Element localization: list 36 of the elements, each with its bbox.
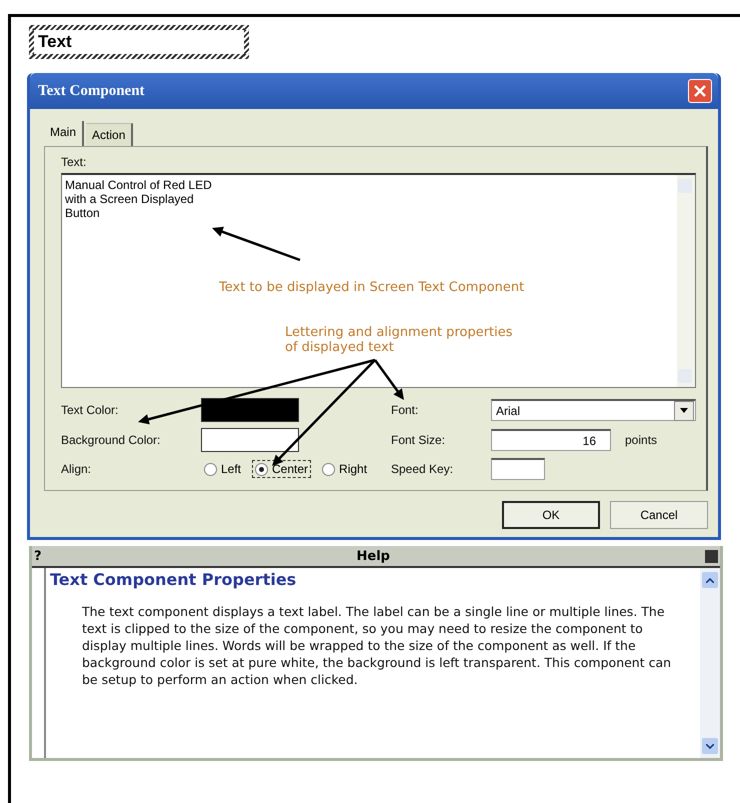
background-color-label: Background Color: [61, 433, 162, 447]
help-paragraph: The text component displays a text label. The label can be a single line or multiple lines. The text is clipped to the size of the component, so you may need to resize the component to display multiple lines. Words will be wrapped to the size of the component as well. If the background color is set at pure white, the background is left transparent. This component can be setup to perform an action when clicked. [82, 603, 672, 688]
align-label: Align: [61, 462, 92, 476]
close-icon [694, 85, 706, 97]
annotation-text: Lettering and alignment properties of displayed text [285, 325, 513, 355]
close-button[interactable] [688, 79, 712, 103]
points-label: points [625, 433, 658, 447]
align-radio[interactable]: Right [319, 460, 370, 478]
ok-button[interactable]: OK [502, 501, 600, 529]
text-color-label: Text Color: [61, 403, 120, 417]
tab[interactable]: Action [86, 123, 134, 146]
cancel-button[interactable]: Cancel [610, 501, 708, 529]
up-chevron-icon [706, 578, 714, 582]
speed-key-field[interactable] [491, 458, 545, 480]
help-heading: Text Component Properties [50, 570, 298, 589]
help-mark[interactable]: ? [34, 548, 42, 564]
text-label: Text: [61, 155, 86, 169]
speed-key-label: Speed Key: [391, 462, 454, 476]
down-chevron-icon [706, 744, 714, 748]
align-radio[interactable]: Left [201, 460, 244, 478]
help-scrollbar[interactable] [700, 568, 720, 758]
annotation-text: Text to be displayed in Screen Text Component [219, 280, 524, 295]
font-label: Font: [391, 403, 420, 417]
text-value: Manual Control of Red LED with a Screen Displayed Button [65, 178, 213, 220]
font-size-field[interactable]: 16 [491, 429, 611, 451]
font-size-label: Font Size: [391, 433, 446, 447]
window-title: Text Component [38, 82, 145, 100]
text-area-field[interactable]: Manual Control of Red LED with a Screen Displayed Button Text to be displayed in Screen Text Component Lettering and alignment properties of displayed text [61, 173, 696, 388]
component-label: Text [38, 32, 72, 52]
scrollbar[interactable] [677, 175, 695, 387]
background-color-swatch[interactable] [201, 428, 299, 452]
caret-icon [680, 408, 688, 413]
text-color-swatch[interactable] [201, 398, 299, 422]
font-dropdown[interactable]: Arial [491, 399, 696, 421]
help-title: Help [356, 548, 390, 564]
selected-text-component[interactable]: Text [29, 25, 249, 59]
